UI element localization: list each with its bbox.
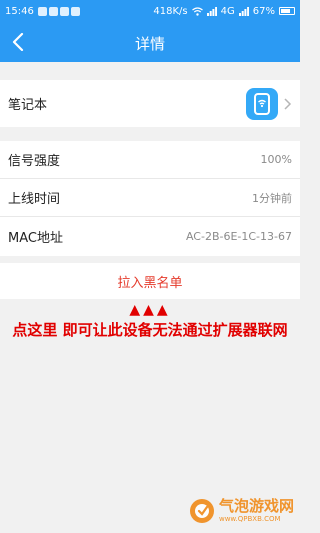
page-title: 详情: [134, 35, 165, 53]
online-time-value: 1分钟前: [252, 191, 292, 205]
watermark-title: 气泡游戏网: [218, 497, 294, 515]
watermark-logo-icon: [189, 499, 214, 523]
notification-icon: [48, 6, 58, 16]
battery-icon: [279, 7, 295, 15]
online-time-label: 上线时间: [8, 192, 61, 207]
wifi-icon: [191, 6, 203, 16]
signal-value: 100%: [260, 153, 292, 166]
network-type: 4G: [220, 5, 235, 17]
info-row-online-time: 上线时间 1分钟前: [0, 179, 300, 217]
status-right: 418K/s 4G 67%: [153, 6, 295, 17]
notification-icons: [37, 6, 80, 16]
mac-label: MAC地址: [8, 230, 63, 246]
blacklist-card: 拉入黑名单: [0, 263, 300, 299]
signal-icon: [238, 6, 249, 16]
notification-icon: [37, 6, 47, 16]
info-row-signal: 信号强度 100%: [0, 141, 300, 179]
notification-icon: [70, 6, 80, 16]
watermark: 气泡游戏网 www.QPBXB.COM: [189, 498, 294, 524]
chevron-right-icon: [284, 97, 292, 110]
annotation-text: 点这里 即可让此设备无法通过扩展器联网: [12, 321, 288, 339]
phone-wifi-icon: [246, 87, 278, 120]
device-card: 笔记本: [0, 80, 300, 127]
info-row-mac: MAC地址 AC-2B-6E-1C-13-67: [0, 217, 300, 255]
network-speed: 418K/s: [153, 5, 188, 17]
blacklist-button[interactable]: 拉入黑名单: [117, 272, 182, 291]
status-time: 15:46: [5, 5, 34, 17]
status-bar: 15:46 418K/s 4G 67%: [0, 0, 300, 22]
device-row[interactable]: 笔记本: [0, 80, 300, 127]
annotation-arrows: ▲▲▲: [129, 302, 171, 318]
battery-percent: 67%: [252, 5, 275, 17]
nav-bar: 详情: [0, 22, 300, 62]
mac-value: AC-2B-6E-1C-13-67: [185, 229, 292, 243]
signal-icon: [206, 6, 217, 16]
info-card: 信号强度 100% 上线时间 1分钟前 MAC地址 AC-2B-6E-1C-13…: [0, 141, 300, 256]
notification-icon: [59, 6, 69, 16]
device-name: 笔记本: [8, 98, 48, 113]
watermark-url: www.QPBXB.COM: [218, 515, 281, 523]
signal-label: 信号强度: [8, 154, 61, 169]
